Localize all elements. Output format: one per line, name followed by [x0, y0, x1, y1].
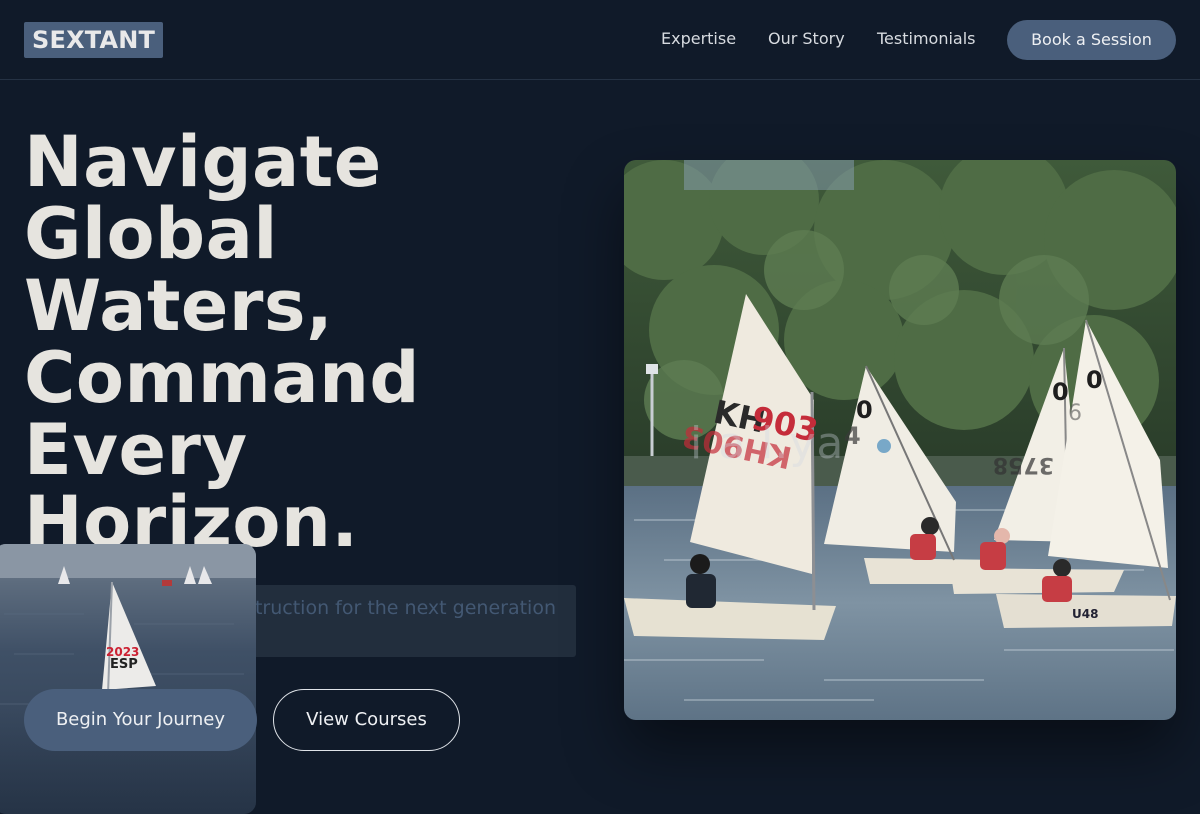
svg-text:3758: 3758 [993, 452, 1054, 477]
nav-link-our-story[interactable]: Our Story [768, 28, 845, 50]
begin-journey-button[interactable]: Begin Your Journey [24, 689, 257, 751]
svg-text:0: 0 [1086, 366, 1103, 394]
svg-text:6: 6 [1068, 401, 1082, 426]
hero-title: Navigate Global Waters, Command Every Ho… [24, 121, 421, 563]
svg-text:4: 4 [844, 422, 861, 450]
brand-logo[interactable]: SEXTANT [24, 22, 164, 58]
svg-text:U48: U48 [1072, 607, 1098, 621]
book-session-button[interactable]: Book a Session [1007, 20, 1176, 60]
view-courses-button[interactable]: View Courses [273, 689, 460, 751]
nav-link-expertise[interactable]: Expertise [661, 28, 736, 50]
floating-sail-card: ESP 2023 [0, 544, 256, 814]
image-watermark: i a l.ya [690, 418, 845, 469]
site-header: SEXTANT Expertise Our Story Testimonials… [0, 0, 1200, 80]
nav-link-testimonials[interactable]: Testimonials [877, 28, 976, 50]
svg-text:0: 0 [856, 396, 873, 424]
svg-text:0: 0 [1052, 378, 1069, 406]
